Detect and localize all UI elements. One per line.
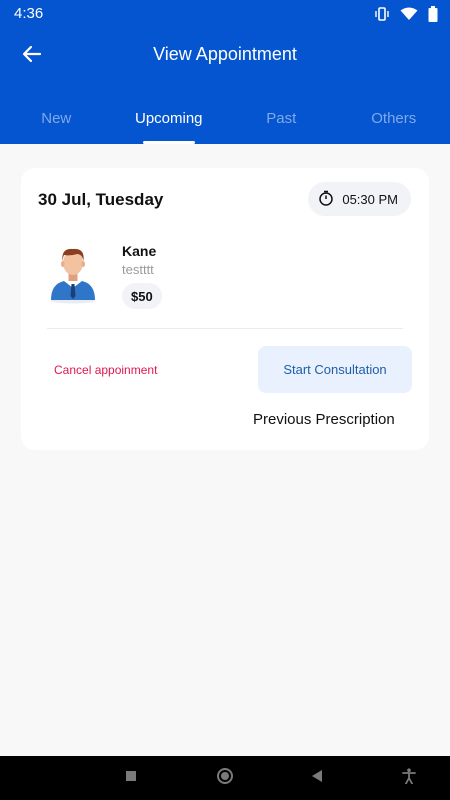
tab-label: New — [41, 110, 72, 127]
active-tab-indicator — [142, 141, 195, 144]
tab-bar: New Upcoming Past Others — [0, 100, 450, 144]
appointment-date: 30 Jul, Tuesday — [38, 190, 164, 209]
page-title: View Appointment — [153, 44, 297, 64]
stopwatch-icon — [318, 190, 334, 209]
vibrate-icon — [374, 6, 390, 27]
square-icon — [125, 769, 137, 787]
appointment-time: 05:30 PM — [342, 191, 398, 207]
start-consultation-label: Start Consultation — [283, 362, 387, 377]
status-time: 4:36 — [14, 5, 44, 22]
triangle-back-icon — [310, 769, 324, 788]
previous-prescription-button[interactable]: Previous Prescription — [253, 411, 395, 428]
patient-note: testttt — [122, 262, 154, 277]
appointment-card: 30 Jul, Tuesday 05:30 PM Kane testttt $5… — [21, 168, 429, 450]
tab-upcoming[interactable]: Upcoming — [113, 100, 226, 144]
system-nav-bar — [0, 756, 450, 800]
circle-icon — [216, 767, 234, 790]
fee-amount: $50 — [131, 288, 153, 304]
wifi-icon — [400, 7, 418, 26]
patient-name: Kane — [122, 243, 157, 259]
start-consultation-button[interactable]: Start Consultation — [258, 346, 412, 393]
tab-others[interactable]: Others — [338, 100, 450, 144]
app-bar: View Appointment New Upcoming Past Other… — [0, 28, 450, 144]
tab-label: Past — [266, 110, 297, 127]
tab-label: Others — [371, 110, 417, 127]
battery-icon — [428, 6, 438, 27]
tab-past[interactable]: Past — [225, 100, 338, 144]
status-bar: 4:36 — [0, 0, 450, 28]
accessibility-button[interactable] — [399, 767, 419, 789]
accessibility-icon — [402, 767, 416, 789]
tab-label: Upcoming — [134, 110, 203, 127]
home-button[interactable] — [215, 767, 235, 790]
back-nav-button[interactable] — [307, 768, 327, 788]
avatar — [47, 244, 99, 304]
recents-button[interactable] — [121, 768, 141, 788]
tab-new[interactable]: New — [0, 100, 113, 144]
status-icons — [374, 6, 438, 27]
appointment-time-badge: 05:30 PM — [308, 182, 411, 216]
fee-badge: $50 — [122, 283, 162, 309]
cancel-appointment-button[interactable]: Cancel appoinment — [54, 363, 157, 377]
divider — [47, 328, 403, 329]
